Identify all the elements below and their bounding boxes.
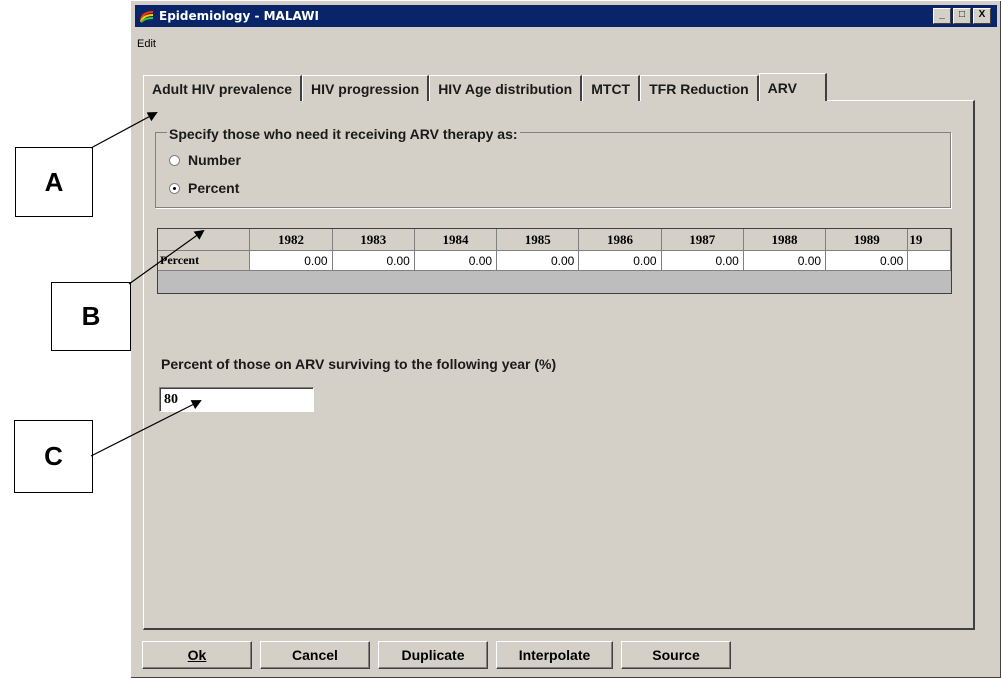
grid-empty-area <box>158 270 951 293</box>
duplicate-button[interactable]: Duplicate <box>378 641 488 669</box>
year-header: 1988 <box>743 229 827 251</box>
year-header: 1984 <box>414 229 498 251</box>
tab-strip: Adult HIV prevalence HIV progression HIV… <box>143 73 827 101</box>
window-title: Epidemiology - MALAWI <box>159 9 319 23</box>
grid-percent-row: Percent 0.00 0.00 0.00 0.00 0.00 0.00 0.… <box>158 250 951 271</box>
callout-c: C <box>14 420 93 493</box>
button-bar: Ok Cancel Duplicate Interpolate Source <box>142 641 731 669</box>
grid-header-row: 1982 1983 1984 1985 1986 1987 1988 1989 … <box>158 229 951 251</box>
radio-percent-circle[interactable] <box>169 182 180 194</box>
year-header: 1985 <box>496 229 580 251</box>
grid-cell[interactable]: 0.00 <box>661 250 744 271</box>
interpolate-label: Interpolate <box>518 647 591 663</box>
cancel-label: Cancel <box>292 647 338 663</box>
title-bar[interactable]: Epidemiology - MALAWI _ □ X <box>135 5 997 27</box>
year-header: 1987 <box>661 229 744 251</box>
year-header: 1989 <box>825 229 909 251</box>
survival-label: Percent of those on ARV surviving to the… <box>161 356 557 372</box>
year-header: 1986 <box>578 229 662 251</box>
radio-percent[interactable]: Percent <box>169 180 239 196</box>
tab-arv[interactable]: ARV <box>758 73 827 101</box>
radio-number-circle[interactable] <box>169 154 180 166</box>
year-header: 1982 <box>249 229 333 251</box>
grid-table: 1982 1983 1984 1985 1986 1987 1988 1989 … <box>158 229 951 271</box>
grid-cell[interactable]: 0.00 <box>496 250 580 271</box>
group-legend: Specify those who need it receiving ARV … <box>167 126 520 142</box>
arv-specify-group <box>155 132 951 208</box>
cancel-button[interactable]: Cancel <box>260 641 370 669</box>
source-button[interactable]: Source <box>621 641 731 669</box>
callout-a: A <box>15 147 93 217</box>
duplicate-label: Duplicate <box>401 647 465 663</box>
minimize-button[interactable]: _ <box>933 8 951 24</box>
interpolate-button[interactable]: Interpolate <box>496 641 613 669</box>
ok-button[interactable]: Ok <box>142 641 252 669</box>
row-label: Percent <box>158 250 251 271</box>
grid-cell[interactable]: 0.00 <box>332 250 415 271</box>
grid-cell[interactable]: 0.00 <box>743 250 827 271</box>
year-header: 19 <box>907 229 951 251</box>
radio-number[interactable]: Number <box>169 152 241 168</box>
maximize-button[interactable]: □ <box>953 8 971 24</box>
tab-hiv-progression[interactable]: HIV progression <box>302 75 430 101</box>
grid-corner-cell <box>158 229 251 251</box>
grid-cell[interactable]: 0.00 <box>249 250 333 271</box>
close-button[interactable]: X <box>973 8 991 24</box>
app-rainbow-icon <box>140 11 154 23</box>
survival-input[interactable]: 80 <box>159 387 314 412</box>
ok-label: Ok <box>187 647 207 663</box>
year-header: 1983 <box>332 229 415 251</box>
menubar: Edit <box>137 38 156 50</box>
arv-data-grid: 1982 1983 1984 1985 1986 1987 1988 1989 … <box>157 228 952 294</box>
grid-cell[interactable] <box>907 250 951 271</box>
grid-cell[interactable]: 0.00 <box>578 250 662 271</box>
grid-cell[interactable]: 0.00 <box>414 250 498 271</box>
radio-number-label: Number <box>188 152 241 168</box>
tab-adult-hiv-prevalence[interactable]: Adult HIV prevalence <box>143 75 303 101</box>
source-label: Source <box>652 647 700 663</box>
tab-mtct[interactable]: MTCT <box>582 75 641 101</box>
tab-hiv-age-distribution[interactable]: HIV Age distribution <box>429 75 583 101</box>
grid-cell[interactable]: 0.00 <box>825 250 909 271</box>
callout-b: B <box>51 282 131 351</box>
tab-tfr-reduction[interactable]: TFR Reduction <box>640 75 759 101</box>
radio-percent-label: Percent <box>188 180 240 196</box>
menu-edit[interactable]: Edit <box>137 38 156 50</box>
